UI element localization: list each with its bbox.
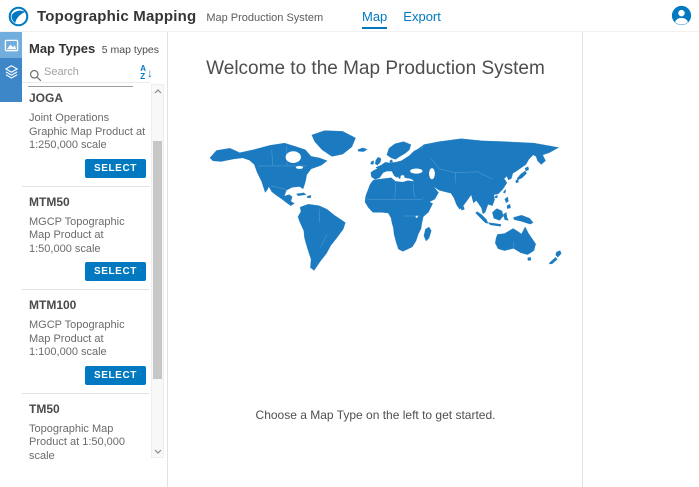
toolbar-item-map-types[interactable] [0,32,22,58]
list-item-mtm100: MTM100 MGCP Topographic Map Product at 1… [22,290,150,394]
tab-map[interactable]: Map [362,3,387,29]
list-item-tm50: TM50 Topographic Map Product at 1:50,000… [22,394,150,463]
map-type-name: MTM50 [29,195,148,209]
globe-icon [8,6,29,27]
list-item-mtm50: MTM50 MGCP Topographic Map Product at 1:… [22,187,150,291]
app-window: Topographic Mapping Map Production Syste… [0,0,699,487]
chevron-up-icon[interactable] [152,85,163,97]
map-type-description: Topographic Map Product at 1:50,000 scal… [29,423,147,463]
scrollbar-thumb[interactable] [153,141,162,379]
chevron-down-icon[interactable] [152,445,163,457]
account-icon[interactable] [671,5,692,26]
panel-header: Map Types 5 map types [22,32,167,56]
search-icon [29,69,42,82]
select-button-mtm100[interactable]: SELECT [85,366,146,385]
map-type-description: MGCP Topographic Map Product at 1:50,000… [29,216,147,257]
select-button-joga[interactable]: SELECT [85,159,146,178]
world-map [199,124,563,308]
map-type-description: Joint Operations Graphic Map Product at … [29,112,147,153]
instruction-text: Choose a Map Type on the left to get sta… [169,408,582,422]
panel-title: Map Types [29,41,95,56]
list-item-joga: JOGA Joint Operations Graphic Map Produc… [22,83,150,187]
map-type-count: 5 map types [102,44,159,56]
main-panel: Welcome to the Map Production System [169,32,583,487]
app-subtitle: Map Production System [206,9,323,24]
layers-icon [4,64,19,79]
list-scrollbar[interactable] [151,84,164,458]
map-type-name: MTM100 [29,298,148,312]
brand: Topographic Mapping Map Production Syste… [8,0,323,32]
app-title: Topographic Mapping [37,8,196,25]
map-type-description: MGCP Topographic Map Product at 1:100,00… [29,319,147,360]
map-types-icon [4,38,19,53]
map-types-panel: Map Types 5 map types A Z ↓ JOGA Joint O… [22,32,168,487]
sort-letter-z: Z [140,73,146,81]
sort-arrow: ↓ [147,66,153,80]
map-type-name: JOGA [29,91,148,105]
toolbar-item-layers[interactable] [0,58,22,84]
header-tabs: Map Export [362,0,441,32]
map-type-name: TM50 [29,402,148,416]
tab-export[interactable]: Export [403,3,441,29]
map-type-list: JOGA Joint Operations Graphic Map Produc… [22,82,150,462]
select-button-mtm50[interactable]: SELECT [85,262,146,281]
widget-toolbar-blue [0,32,22,102]
app-header: Topographic Mapping Map Production Syste… [0,0,699,32]
welcome-title: Welcome to the Map Production System [169,58,582,80]
sort-az-icon[interactable]: A Z ↓ [140,65,153,81]
search-input[interactable] [44,66,132,78]
widget-toolbar [0,32,22,487]
